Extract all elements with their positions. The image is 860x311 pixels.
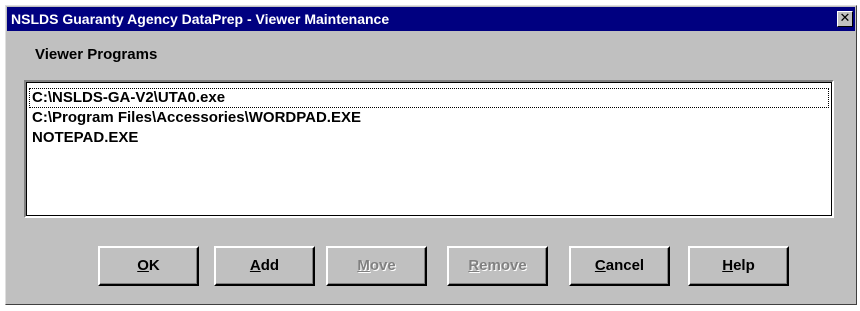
remove-button[interactable]: Remove <box>447 246 548 286</box>
remove-button-label: emove <box>479 257 527 274</box>
title-bar[interactable]: NSLDS Guaranty Agency DataPrep - Viewer … <box>7 7 855 31</box>
viewer-programs-listbox[interactable]: C:\NSLDS-GA-V2\UTA0.exe C:\Program Files… <box>24 80 834 218</box>
move-button-label: ove <box>369 257 396 274</box>
close-button[interactable]: ✕ <box>837 11 853 27</box>
add-button[interactable]: Add <box>214 246 315 286</box>
window-title: NSLDS Guaranty Agency DataPrep - Viewer … <box>11 11 390 27</box>
add-button-mnemonic: A <box>249 257 261 274</box>
ok-button-label: K <box>148 257 160 274</box>
help-button-mnemonic: H <box>722 257 734 274</box>
move-button-mnemonic: M <box>357 257 370 274</box>
list-item[interactable]: C:\NSLDS-GA-V2\UTA0.exe <box>29 88 829 108</box>
remove-button-mnemonic: R <box>468 257 480 274</box>
viewer-maintenance-dialog: NSLDS Guaranty Agency DataPrep - Viewer … <box>5 5 857 305</box>
ok-button-mnemonic: O <box>137 257 149 274</box>
cancel-button-mnemonic: C <box>594 257 606 274</box>
ok-button[interactable]: OK <box>98 246 199 286</box>
add-button-label: dd <box>260 257 280 274</box>
list-item[interactable]: NOTEPAD.EXE <box>29 128 829 148</box>
cancel-button-label: ancel <box>605 257 645 274</box>
list-item[interactable]: C:\Program Files\Accessories\WORDPAD.EXE <box>29 108 829 128</box>
viewer-programs-label: Viewer Programs <box>35 46 158 63</box>
cancel-button[interactable]: Cancel <box>569 246 670 286</box>
help-button[interactable]: Help <box>688 246 789 286</box>
help-button-label: elp <box>733 257 755 274</box>
move-button[interactable]: Move <box>326 246 427 286</box>
close-icon: ✕ <box>839 11 851 26</box>
